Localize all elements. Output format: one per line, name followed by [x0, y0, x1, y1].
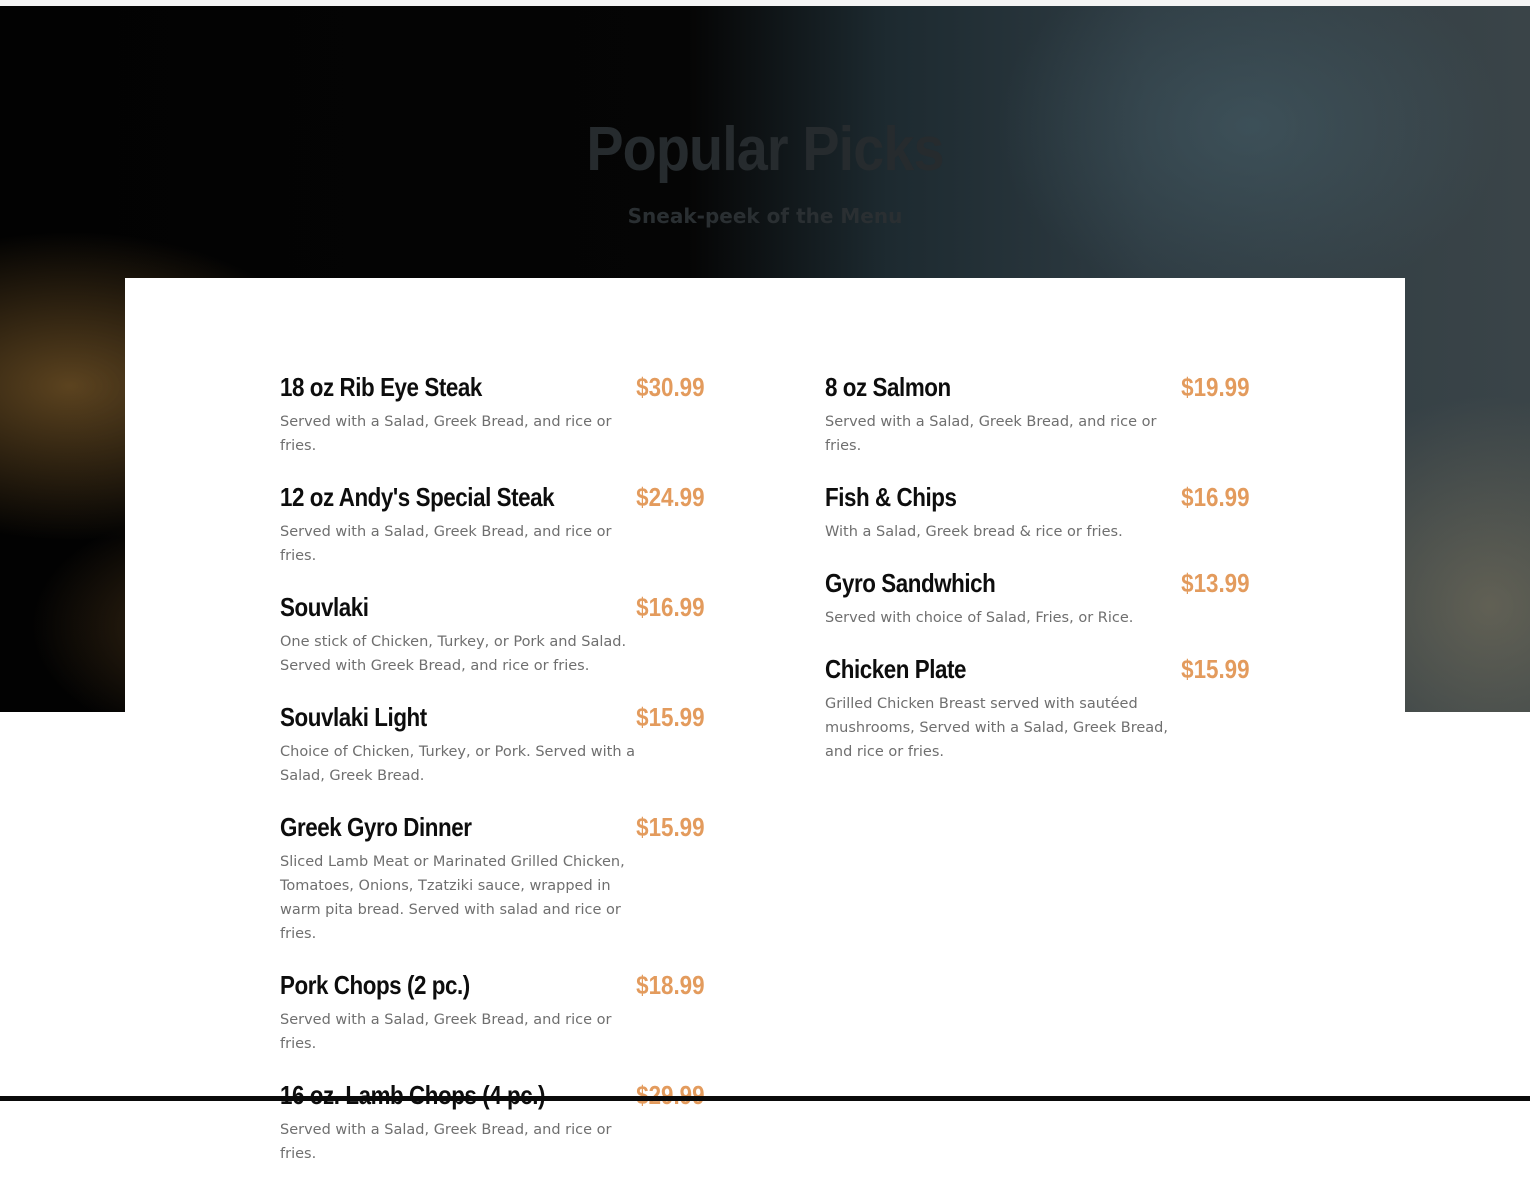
section-subtitle: Sneak-peek of the Menu	[627, 204, 903, 228]
footer-edge	[0, 1096, 1530, 1101]
menu-item: 12 oz Andy's Special Steak $24.99 Served…	[280, 482, 705, 568]
menu-item-price: $18.99	[636, 970, 705, 1000]
menu-item-price: $16.99	[1181, 482, 1250, 512]
menu-item: 8 oz Salmon $19.99 Served with a Salad, …	[825, 372, 1250, 458]
menu-item: Chicken Plate $15.99 Grilled Chicken Bre…	[825, 654, 1250, 764]
menu-item-name: Chicken Plate	[825, 654, 967, 684]
menu-item-description: Choice of Chicken, Turkey, or Pork. Serv…	[280, 744, 636, 784]
menu-item: 18 oz Rib Eye Steak $30.99 Served with a…	[280, 372, 705, 458]
section-title: Popular Picks	[586, 115, 944, 184]
menu-item-price: $15.99	[1181, 654, 1250, 684]
menu-item-name: Souvlaki	[280, 592, 369, 622]
menu-item: 16 oz. Lamb Chops (4 pc.) $29.99 Served …	[280, 1080, 705, 1166]
menu-item: Souvlaki $16.99 One stick of Chicken, Tu…	[280, 592, 705, 678]
menu-item-description: Served with a Salad, Greek Bread, and ri…	[280, 1122, 612, 1162]
menu-item-description: With a Salad, Greek bread & rice or frie…	[825, 524, 1123, 540]
menu-item-price: $15.99	[636, 812, 705, 842]
menu-item-description: Sliced Lamb Meat or Marinated Grilled Ch…	[280, 854, 625, 942]
menu-item: Gyro Sandwhich $13.99 Served with choice…	[825, 568, 1250, 630]
menu-item-price: $24.99	[636, 482, 705, 512]
menu-item-description: Grilled Chicken Breast served with sauté…	[825, 696, 1168, 760]
menu-item: Pork Chops (2 pc.) $18.99 Served with a …	[280, 970, 705, 1056]
menu-item-price: $15.99	[636, 702, 705, 732]
menu-item-description: Served with a Salad, Greek Bread, and ri…	[280, 1012, 612, 1052]
menu-item-description: Served with a Salad, Greek Bread, and ri…	[280, 524, 612, 564]
menu-item-description: Served with a Salad, Greek Bread, and ri…	[825, 414, 1157, 454]
menu-item-name: Greek Gyro Dinner	[280, 812, 472, 842]
menu-item-price: $16.99	[636, 592, 705, 622]
menu-item-price: $13.99	[1181, 568, 1250, 598]
menu-column-right: 8 oz Salmon $19.99 Served with a Salad, …	[825, 372, 1250, 788]
menu-item-name: Fish & Chips	[825, 482, 957, 512]
menu-item: Souvlaki Light $15.99 Choice of Chicken,…	[280, 702, 705, 788]
menu-item-price: $30.99	[636, 372, 705, 402]
menu-item-name: Gyro Sandwhich	[825, 568, 996, 598]
menu-item-description: Served with a Salad, Greek Bread, and ri…	[280, 414, 612, 454]
menu-column-left: 18 oz Rib Eye Steak $30.99 Served with a…	[280, 372, 705, 1190]
menu-item-description: Served with choice of Salad, Fries, or R…	[825, 610, 1134, 626]
menu-item-price: $19.99	[1181, 372, 1250, 402]
menu-item-description: One stick of Chicken, Turkey, or Pork an…	[280, 634, 627, 674]
menu-item-name: Pork Chops (2 pc.)	[280, 970, 470, 1000]
menu-item-name: 18 oz Rib Eye Steak	[280, 372, 482, 402]
menu-item: Fish & Chips $16.99 With a Salad, Greek …	[825, 482, 1250, 544]
menu-item: Greek Gyro Dinner $15.99 Sliced Lamb Mea…	[280, 812, 705, 946]
menu-item-name: 12 oz Andy's Special Steak	[280, 482, 555, 512]
menu-item-name: Souvlaki Light	[280, 702, 427, 732]
menu-item-name: 8 oz Salmon	[825, 372, 951, 402]
